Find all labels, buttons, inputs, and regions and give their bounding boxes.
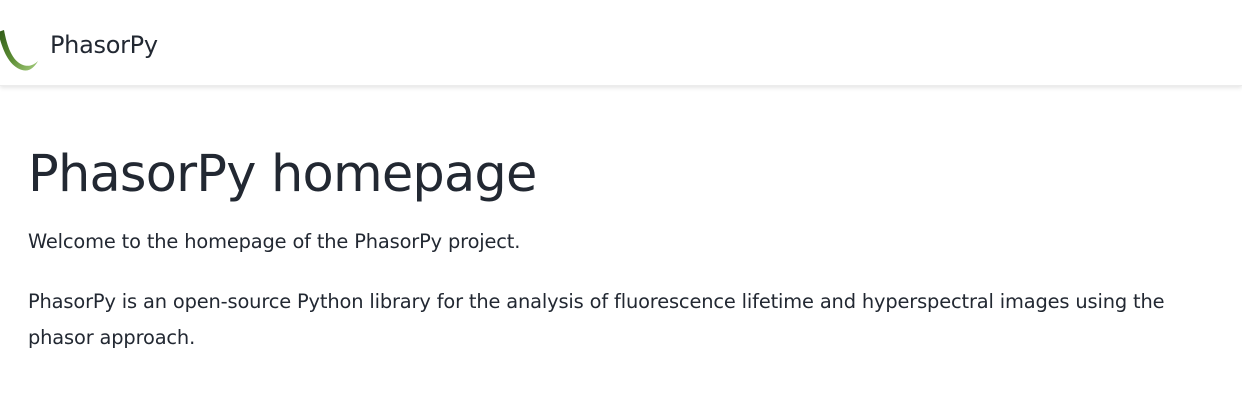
brand-home-link[interactable]: PhasorPy bbox=[0, 0, 200, 86]
phasorpy-logo-icon bbox=[0, 30, 38, 71]
main-content: PhasorPy homepage Welcome to the homepag… bbox=[28, 138, 1228, 356]
top-navbar: PhasorPy bbox=[0, 0, 1242, 86]
description-paragraph: PhasorPy is an open-source Python librar… bbox=[28, 290, 1165, 349]
page-title: PhasorPy homepage bbox=[28, 145, 537, 204]
brand-name: PhasorPy bbox=[50, 31, 158, 59]
welcome-paragraph: Welcome to the homepage of the PhasorPy … bbox=[28, 230, 521, 253]
